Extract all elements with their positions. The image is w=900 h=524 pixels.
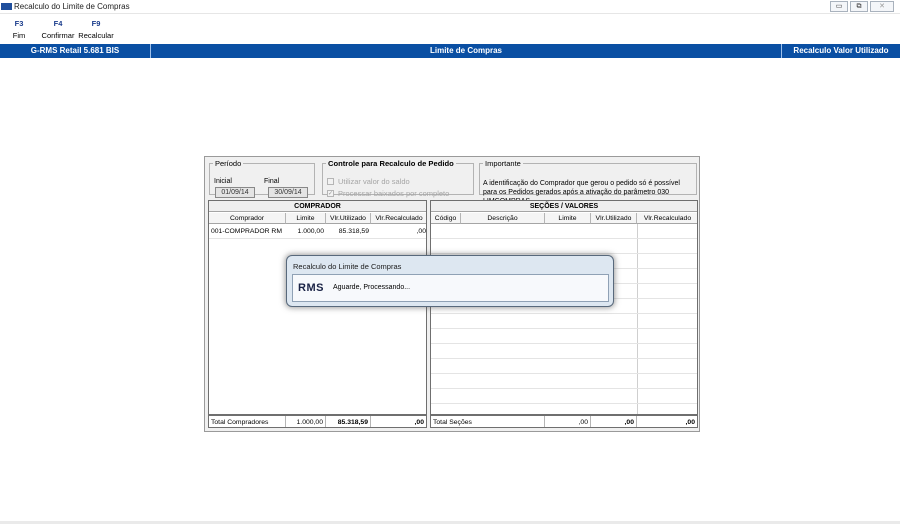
controle-group: Controle para Recalculo de Pedido Utiliz… xyxy=(322,159,474,198)
close-button[interactable]: ✕ xyxy=(870,1,894,12)
app-icon xyxy=(1,3,12,10)
inicial-label: Inicial xyxy=(214,178,232,185)
secoes-grid-title: SEÇÕES / VALORES xyxy=(431,201,697,212)
data-inicial-field[interactable]: 01/09/14 xyxy=(215,187,255,198)
total-vlr-utilizado: 85.318,59 xyxy=(326,416,371,427)
recalculado-column xyxy=(371,224,426,414)
comprador-totals-row: Total Compradores 1.000,00 85.318,59 ,00 xyxy=(208,415,427,428)
module-header-bar: G-RMS Retail 5.681 BIS Limite de Compras… xyxy=(0,44,900,58)
module-title: Limite de Compras xyxy=(429,46,502,55)
row-vlr-recalculado[interactable]: ,00 xyxy=(371,227,426,237)
f4-key: F4 xyxy=(53,19,63,28)
window-title: Recalculo do Limite de Compras xyxy=(14,2,130,11)
grid-row-line xyxy=(431,373,697,374)
processing-dialog: Recalculo do Limite de Compras RMS Aguar… xyxy=(286,255,614,307)
processing-message: Aguarde, Processando... xyxy=(333,284,411,291)
utilizar-saldo-label: Utilizar valor do saldo xyxy=(338,177,410,186)
grid-row-line xyxy=(431,238,697,239)
row-comprador[interactable]: 001-COMPRADOR RM xyxy=(211,227,286,237)
controle-legend: Controle para Recalculo de Pedido xyxy=(328,159,454,168)
grid-row-line xyxy=(431,343,697,344)
col-limite[interactable]: Limite xyxy=(286,213,326,224)
periodo-legend: Período xyxy=(215,159,242,168)
f4-confirmar-button[interactable]: F4 Confirmar xyxy=(38,19,78,40)
total-secoes-limite: ,00 xyxy=(545,416,591,427)
screen-title: Recalculo Valor Utilizado xyxy=(793,46,889,55)
f3-label: Fim xyxy=(12,31,26,40)
col-limite[interactable]: Limite xyxy=(545,213,591,224)
col-vlr-utilizado[interactable]: Vlr.Utilizado xyxy=(326,213,371,224)
function-key-toolbar: F3 Fim F4 Confirmar F9 Recalcular xyxy=(0,16,900,44)
dialog-title: Recalculo do Limite de Compras xyxy=(293,262,402,271)
f4-label: Confirmar xyxy=(41,31,75,40)
grid-row-line xyxy=(431,253,697,254)
dialog-body: RMS Aguarde, Processando... xyxy=(292,274,609,302)
restore-button[interactable]: ⧉ xyxy=(850,1,868,12)
title-bar: Recalculo do Limite de Compras ▭ ⧉ ✕ xyxy=(0,0,900,14)
periodo-group: Período Inicial Final 01/09/14 30/09/14 xyxy=(209,159,315,198)
col-vlr-recalculado[interactable]: Vlr.Recalculado xyxy=(371,213,426,224)
total-secoes-utilizado: ,00 xyxy=(591,416,637,427)
f3-key: F3 xyxy=(14,19,24,28)
grid-row-line xyxy=(431,388,697,389)
total-limite: 1.000,00 xyxy=(286,416,326,427)
secoes-grid: SEÇÕES / VALORES Código Descrição Limite… xyxy=(430,200,698,415)
total-secoes-recalculado: ,00 xyxy=(685,419,695,426)
f9-recalcular-button[interactable]: F9 Recalcular xyxy=(77,19,115,40)
f9-label: Recalcular xyxy=(78,31,114,40)
f3-fim-button[interactable]: F3 Fim xyxy=(8,19,30,40)
grid-row-line xyxy=(431,403,697,404)
col-codigo[interactable]: Código xyxy=(431,213,461,224)
final-label: Final xyxy=(264,178,280,185)
col-descricao[interactable]: Descrição xyxy=(461,213,545,224)
f9-key: F9 xyxy=(91,19,101,28)
processar-baixados-label: Processar baixados por completo xyxy=(338,189,450,198)
processar-baixados-checkbox[interactable]: ✓ xyxy=(327,190,334,197)
comprador-grid: COMPRADOR Comprador Limite Vlr.Utilizado… xyxy=(208,200,427,415)
total-compradores-label: Total Compradores xyxy=(209,416,286,427)
row-vlr-utilizado[interactable]: 85.318,59 xyxy=(326,227,369,237)
col-comprador[interactable]: Comprador xyxy=(209,213,286,224)
row-limite[interactable]: 1.000,00 xyxy=(286,227,324,237)
total-vlr-recalculado: ,00 xyxy=(414,419,424,426)
comprador-grid-title: COMPRADOR xyxy=(209,201,426,212)
utilizar-saldo-checkbox[interactable] xyxy=(327,178,334,185)
grid-row-line xyxy=(209,238,426,239)
secoes-totals-row: Total Seções ,00 ,00 ,00 xyxy=(430,415,698,428)
minimize-button[interactable]: ▭ xyxy=(830,1,848,12)
importante-legend: Importante xyxy=(485,159,521,168)
rms-logo: RMS xyxy=(298,282,324,294)
utilizar-saldo-option[interactable]: Utilizar valor do saldo xyxy=(327,177,410,186)
total-secoes-label: Total Seções xyxy=(431,416,545,427)
data-final-field[interactable]: 30/09/14 xyxy=(268,187,308,198)
system-version: G-RMS Retail 5.681 BIS xyxy=(30,46,120,55)
window-controls: ▭ ⧉ ✕ xyxy=(830,1,894,12)
col-vlr-utilizado[interactable]: Vlr.Utilizado xyxy=(591,213,637,224)
grid-row-line xyxy=(431,328,697,329)
processar-baixados-option[interactable]: ✓ Processar baixados por completo xyxy=(327,189,449,198)
importante-group: Importante A identificação do Comprador … xyxy=(479,159,697,205)
col-vlr-recalculado[interactable]: Vlr.Recalculado xyxy=(637,213,697,224)
grid-row-line xyxy=(431,313,697,314)
grid-row-line xyxy=(431,358,697,359)
